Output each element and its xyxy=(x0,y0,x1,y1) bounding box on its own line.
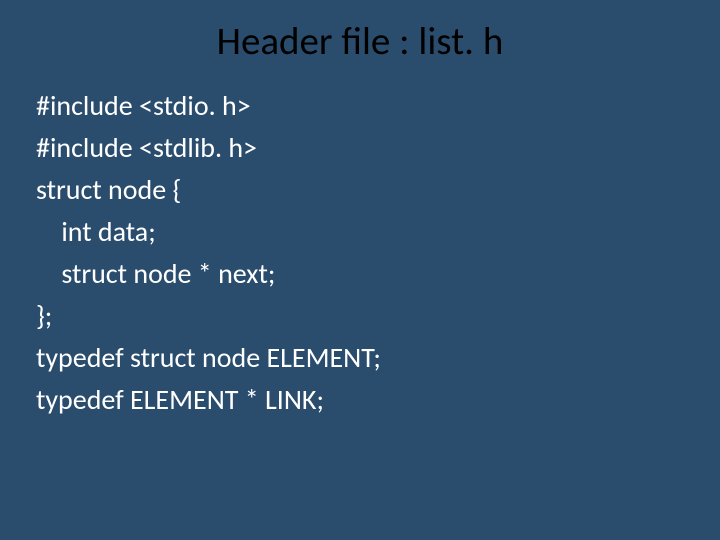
slide-title: Header file : list. h xyxy=(36,18,684,65)
slide-container: Header file : list. h #include <stdio. h… xyxy=(0,0,720,540)
code-block: #include <stdio. h> #include <stdlib. h>… xyxy=(36,85,684,421)
code-line: int data; xyxy=(36,211,684,253)
code-line: struct node { xyxy=(36,169,684,211)
code-line: struct node * next; xyxy=(36,253,684,295)
code-line: #include <stdlib. h> xyxy=(36,127,684,169)
code-line: typedef ELEMENT * LINK; xyxy=(36,379,684,421)
code-line: typedef struct node ELEMENT; xyxy=(36,337,684,379)
code-line: #include <stdio. h> xyxy=(36,85,684,127)
code-line: }; xyxy=(36,295,684,337)
